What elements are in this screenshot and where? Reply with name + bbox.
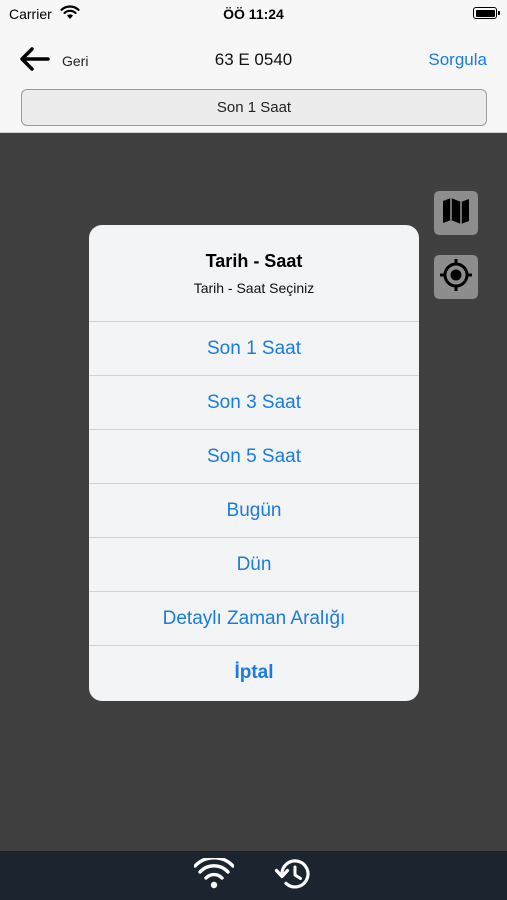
map-type-button[interactable] xyxy=(434,191,478,235)
last-5-hours-option[interactable]: Son 5 Saat xyxy=(89,430,419,484)
tab-history[interactable] xyxy=(273,857,313,896)
battery-icon xyxy=(473,7,500,19)
tab-connection[interactable] xyxy=(193,855,235,895)
map-icon xyxy=(439,194,473,233)
detailed-range-option[interactable]: Detaylı Zaman Aralığı xyxy=(89,592,419,646)
time-range-button[interactable]: Son 1 Saat xyxy=(21,89,487,126)
today-option[interactable]: Bugün xyxy=(89,484,419,538)
history-icon xyxy=(274,857,312,896)
tab-bar xyxy=(0,851,507,900)
alert-title: Tarih - Saat xyxy=(205,251,303,271)
wifi-icon xyxy=(193,855,235,895)
last-3-hours-option[interactable]: Son 3 Saat xyxy=(89,376,419,430)
locate-button[interactable] xyxy=(434,255,478,299)
date-time-alert: Tarih - Saat Tarih - Saat Seçiniz Son 1 … xyxy=(89,225,419,701)
navigation-bar: Geri 63 E 0540 Sorgula Son 1 Saat xyxy=(0,30,507,133)
status-bar: Carrier ÖÖ 11:24 xyxy=(0,0,507,30)
cancel-button[interactable]: İptal xyxy=(89,646,419,700)
alert-message: Tarih - Saat Seçiniz xyxy=(193,280,315,296)
last-1-hour-option[interactable]: Son 1 Saat xyxy=(89,322,419,376)
location-target-icon xyxy=(438,257,474,298)
alert-header: Tarih - Saat Tarih - Saat Seçiniz xyxy=(89,225,419,322)
yesterday-option[interactable]: Dün xyxy=(89,538,419,592)
status-time: ÖÖ 11:24 xyxy=(223,6,284,22)
query-button[interactable]: Sorgula xyxy=(428,50,487,70)
